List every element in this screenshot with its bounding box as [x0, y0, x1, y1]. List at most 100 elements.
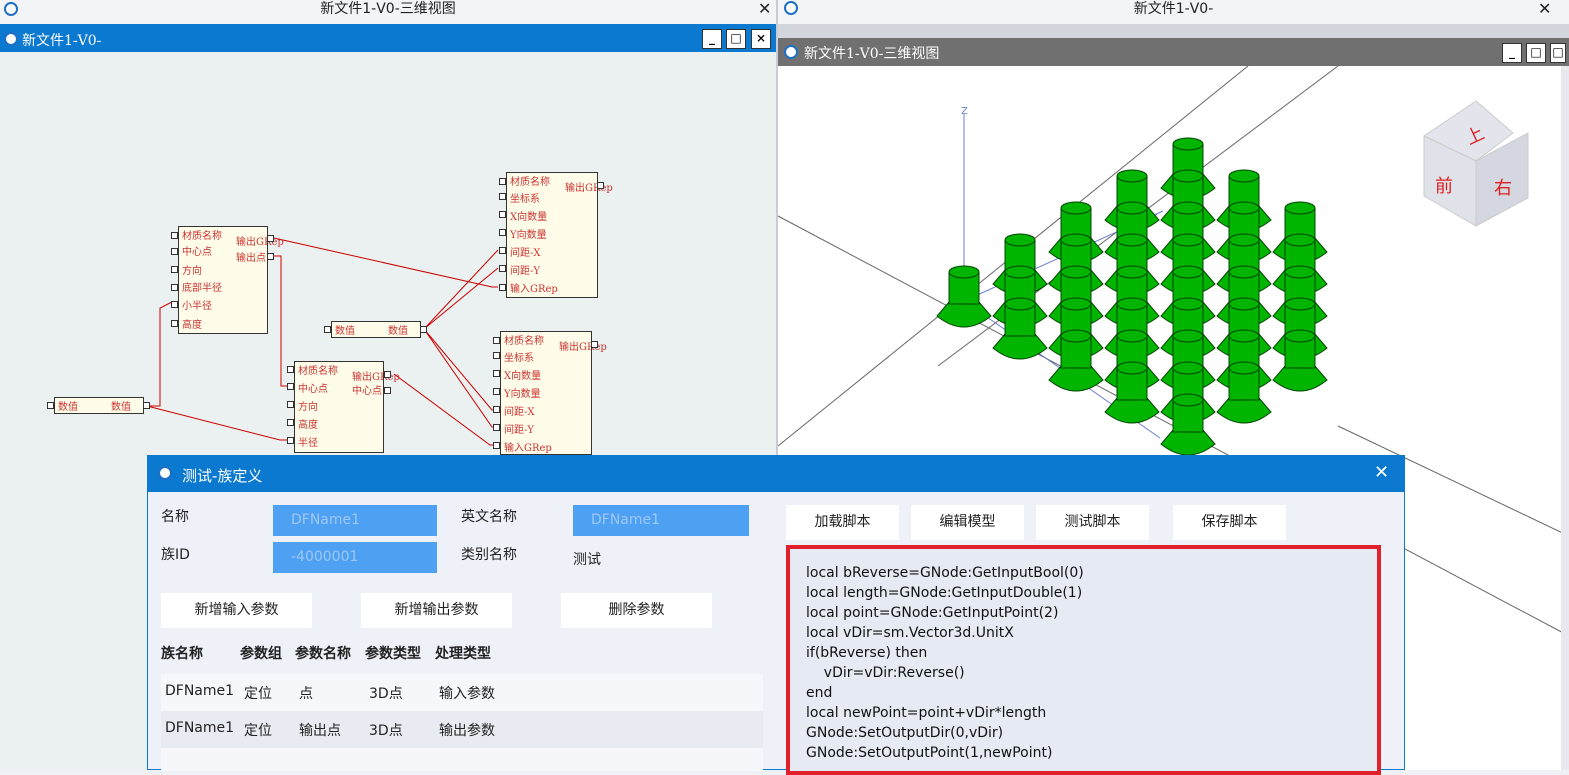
output-port[interactable] — [267, 235, 274, 242]
script-text[interactable]: local bReverse=GNode:GetInputBool(0) loc… — [806, 563, 1084, 763]
add-output-param-button[interactable]: 新增输出参数 — [361, 593, 512, 628]
right-outer-close-icon[interactable]: ✕ — [1538, 0, 1551, 18]
name-field[interactable]: DFName1 — [273, 505, 437, 536]
table-header-process-type[interactable]: 处理类型 — [435, 643, 491, 663]
table-cell: 3D点 — [369, 723, 403, 739]
port-label: 输入GRep — [504, 443, 552, 454]
right-outer-titlebar: 新文件1-V0- ✕ — [778, 0, 1569, 24]
right-toolbar-strip — [778, 24, 1569, 38]
output-port[interactable] — [591, 341, 598, 348]
input-port[interactable] — [499, 193, 506, 200]
input-port[interactable] — [287, 419, 294, 426]
family-definition-dialog: 测试-族定义 ✕ 名称 DFName1 英文名称 DFName1 族ID -40… — [147, 455, 1405, 775]
input-port[interactable] — [324, 326, 331, 333]
input-port[interactable] — [171, 284, 178, 291]
input-port[interactable] — [287, 383, 294, 390]
maximize-button[interactable]: □ — [1526, 43, 1546, 63]
input-port[interactable] — [171, 320, 178, 327]
value-node[interactable]: 数值 数值 — [54, 397, 144, 414]
input-port[interactable] — [171, 301, 178, 308]
port-label: 中心点 — [182, 247, 212, 258]
port-label: 材质名称 — [182, 231, 222, 242]
output-port[interactable] — [267, 253, 274, 260]
graph-node-cone[interactable]: 材质名称 中心点 方向 底部半径 小半径 高度 输出GRep 输出点 — [178, 226, 284, 334]
port-label: X向数量 — [510, 212, 548, 223]
value-node[interactable]: 数值 数值 — [331, 321, 421, 338]
port-label: 材质名称 — [510, 177, 550, 188]
output-port[interactable] — [384, 387, 391, 394]
input-port[interactable] — [287, 437, 294, 444]
input-port[interactable] — [499, 178, 506, 185]
port-label: 坐标系 — [510, 194, 540, 205]
input-port[interactable] — [493, 388, 500, 395]
input-port[interactable] — [47, 402, 54, 409]
right-outer-title: 新文件1-V0- — [1133, 1, 1214, 17]
table-header-param-name[interactable]: 参数名称 — [295, 643, 351, 663]
input-port[interactable] — [493, 370, 500, 377]
table-cell: 输出参数 — [439, 723, 495, 739]
english-name-field[interactable]: DFName1 — [573, 505, 749, 536]
add-input-param-button[interactable]: 新增输入参数 — [161, 593, 312, 628]
edit-model-button[interactable]: 编辑模型 — [911, 505, 1024, 540]
graph-node-array-2[interactable]: 材质名称 坐标系 X向数量 Y向数量 间距-X 间距-Y 输入GRep 输出GR… — [500, 331, 607, 455]
port-label: 材质名称 — [504, 336, 544, 347]
input-port[interactable] — [493, 352, 500, 359]
graph-node-array-1[interactable]: 材质名称 坐标系 X向数量 Y向数量 间距-X 间距-Y 输入GRep 输出GR… — [506, 172, 613, 298]
family-id-field[interactable]: -4000001 — [273, 542, 437, 573]
wire — [423, 267, 499, 330]
input-port[interactable] — [499, 284, 506, 291]
port-label: 方向 — [182, 266, 202, 277]
table-header-family[interactable]: 族名称 — [161, 643, 203, 663]
input-port[interactable] — [493, 424, 500, 431]
input-port[interactable] — [493, 406, 500, 413]
input-port[interactable] — [499, 229, 506, 236]
test-script-button[interactable]: 测试脚本 — [1036, 505, 1149, 540]
port-label: 材质名称 — [298, 366, 338, 377]
value-node-value: 数值 — [388, 326, 408, 337]
input-port[interactable] — [171, 266, 178, 273]
output-port[interactable] — [143, 402, 150, 409]
wire — [393, 373, 498, 446]
view-cube[interactable]: 上 前 右 — [1422, 100, 1529, 227]
hat-shape[interactable] — [936, 265, 992, 328]
input-port[interactable] — [287, 401, 294, 408]
input-port[interactable] — [499, 247, 506, 254]
output-port[interactable] — [384, 371, 391, 378]
model-shapes — [936, 137, 1328, 456]
app-logo-icon — [784, 45, 798, 59]
table-header-param-type[interactable]: 参数类型 — [365, 643, 421, 663]
input-port[interactable] — [499, 211, 506, 218]
table-row[interactable]: DFName1 定位 输出点 3D点 输出参数 — [161, 711, 763, 748]
table-header-group[interactable]: 参数组 — [240, 643, 282, 663]
port-label: 半径 — [298, 438, 318, 449]
input-port[interactable] — [499, 265, 506, 272]
table-row[interactable]: DFName1 定位 点 3D点 输入参数 — [161, 674, 763, 711]
output-port[interactable] — [420, 326, 427, 333]
dialog-titlebar: 测试-族定义 ✕ — [148, 456, 1404, 492]
port-label: 间距-X — [504, 407, 535, 418]
input-port[interactable] — [171, 232, 178, 239]
script-editor[interactable]: local bReverse=GNode:GetInputBool(0) loc… — [786, 545, 1381, 775]
port-label: 间距-Y — [504, 425, 534, 436]
save-script-button[interactable]: 保存脚本 — [1173, 505, 1286, 540]
load-script-button[interactable]: 加载脚本 — [786, 505, 899, 540]
table-cell: 定位 — [244, 686, 272, 702]
port-label: 小半径 — [182, 301, 212, 312]
port-label: 高度 — [182, 320, 202, 331]
restore-button[interactable]: □ — [1550, 43, 1566, 63]
port-label: 输出GRep — [236, 237, 284, 248]
input-port[interactable] — [171, 248, 178, 255]
output-port[interactable] — [597, 182, 604, 189]
wire — [147, 301, 173, 407]
port-label: 输出点 — [236, 253, 266, 264]
minimize-button[interactable]: _ — [1502, 43, 1522, 63]
input-port[interactable] — [493, 337, 500, 344]
delete-param-button[interactable]: 删除参数 — [561, 593, 712, 628]
input-port[interactable] — [493, 442, 500, 449]
graph-node-cylinder[interactable]: 材质名称 中心点 方向 高度 半径 输出GRep 中心点 — [294, 361, 400, 453]
input-port[interactable] — [287, 366, 294, 373]
scroll-edge[interactable] — [1561, 66, 1569, 770]
family-id-label: 族ID — [161, 547, 190, 563]
dialog-close-icon[interactable]: ✕ — [1374, 462, 1389, 483]
port-label: 间距-Y — [510, 266, 540, 277]
